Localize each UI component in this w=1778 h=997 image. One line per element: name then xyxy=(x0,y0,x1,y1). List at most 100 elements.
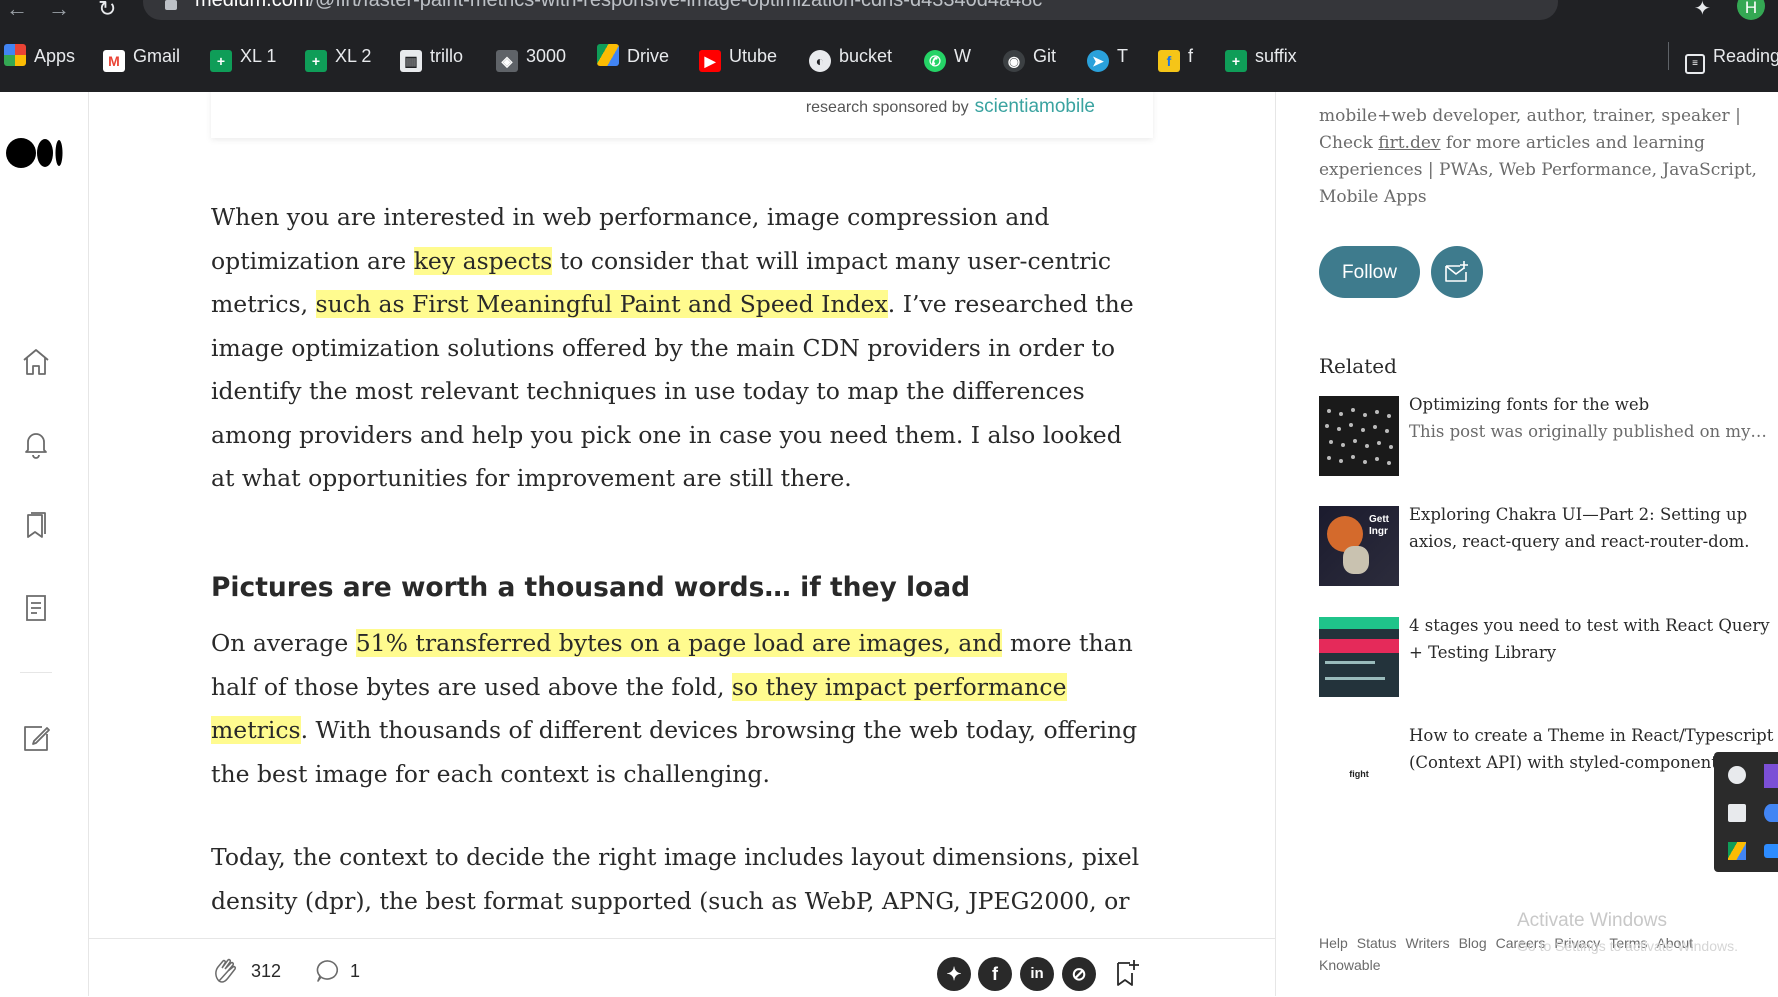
bookmark-trillo[interactable]: ▥ trillo xyxy=(400,42,463,72)
bookmark-t[interactable]: ➤ T xyxy=(1087,42,1128,72)
footer-link[interactable]: Blog xyxy=(1459,935,1487,951)
url-host: medium.com xyxy=(195,0,310,11)
write-icon[interactable] xyxy=(20,722,52,754)
bookmark-utube[interactable]: ▶ Utube xyxy=(699,42,777,72)
bookmark-3000[interactable]: ◈ 3000 xyxy=(496,42,566,72)
whatsapp-icon: ✆ xyxy=(924,50,946,72)
reading-list[interactable]: ≡ Reading xyxy=(1668,42,1778,74)
mail-plus-icon xyxy=(1445,261,1468,282)
bookmark-drive[interactable]: Drive xyxy=(597,42,669,70)
github-icon: ◉ xyxy=(1003,50,1025,72)
address-bar[interactable]: medium.com/@firt/faster-paint-metrics-wi… xyxy=(143,0,1639,20)
zoom-icon[interactable] xyxy=(1764,844,1778,858)
sponsor-banner: research sponsored by scientiamobile xyxy=(211,92,1153,138)
twitter-share-icon[interactable]: ✦ xyxy=(937,957,971,991)
copy-link-icon[interactable]: ⊘ xyxy=(1062,957,1096,991)
author-site-link[interactable]: firt.dev xyxy=(1378,133,1440,153)
bookmark-f[interactable]: ff xyxy=(1158,42,1193,72)
footer-link[interactable]: Status xyxy=(1357,935,1397,951)
bookmark-git[interactable]: ◉ Git xyxy=(1003,42,1056,72)
search-icon[interactable]: ⌕ xyxy=(1536,0,1547,3)
reload-icon[interactable]: ↻ xyxy=(98,0,116,20)
flipkart-icon: f xyxy=(1158,50,1180,72)
bookmark-w[interactable]: ✆ W xyxy=(924,42,971,72)
medium-left-rail xyxy=(0,92,89,996)
shield-icon[interactable] xyxy=(1728,804,1746,822)
bell-icon[interactable] xyxy=(20,428,52,460)
response-icon[interactable] xyxy=(315,958,341,984)
drive-icon xyxy=(597,44,619,66)
share-icon[interactable]: ⇪ xyxy=(1578,0,1595,3)
related-item[interactable]: 4 stages you need to test with React Que… xyxy=(1319,616,1778,697)
related-thumbnail xyxy=(1319,617,1399,697)
linkedin-share-icon[interactable]: in xyxy=(1020,957,1054,991)
star-icon[interactable]: ☆ xyxy=(1621,0,1639,3)
windows-activation-title: Activate Windows xyxy=(1517,910,1667,931)
home-icon[interactable] xyxy=(20,346,52,378)
lock-icon xyxy=(165,0,177,10)
author-sidebar: mobile+web developer, author, trainer, s… xyxy=(1276,92,1778,996)
apps-grid-icon xyxy=(4,44,26,66)
bookmarks-bar: Apps M Gmail + XL 1 + XL 2 ▥ trillo ◈ 3000 Dr… xyxy=(0,20,1778,93)
url-path: /@firt/faster-paint-metrics-with-respons… xyxy=(309,0,1043,11)
article-body: research sponsored by scientiamobile When… xyxy=(89,92,1275,996)
related-item[interactable]: Optimizing fonts for the web This post w… xyxy=(1319,395,1778,476)
paragraph-2: On average 51% transferred bytes on a pa… xyxy=(211,629,1138,788)
paragraph-1: When you are interested in web performan… xyxy=(211,203,1134,492)
forward-arrow-icon[interactable]: → xyxy=(48,0,70,20)
bookmark-add-icon[interactable] xyxy=(1112,957,1142,989)
related-thumbnail xyxy=(1319,396,1399,476)
stories-icon[interactable] xyxy=(20,592,52,624)
footer-link[interactable]: Help xyxy=(1319,935,1348,951)
site-icon: ◈ xyxy=(496,50,518,72)
telegram-icon: ➤ xyxy=(1087,50,1109,72)
follow-button[interactable]: Follow xyxy=(1319,246,1420,298)
related-item[interactable]: fight How to create a Theme in React/Typ… xyxy=(1319,726,1778,807)
profile-avatar[interactable]: H xyxy=(1737,0,1765,20)
back-arrow-icon[interactable]: ← xyxy=(6,0,28,20)
bookmark-xl1[interactable]: + XL 1 xyxy=(210,42,276,72)
tray-app-icon[interactable] xyxy=(1728,766,1746,784)
sheets-plus-icon: + xyxy=(305,50,327,72)
extensions-puzzle-icon[interactable]: ✦ xyxy=(1694,0,1711,19)
trello-icon: ▥ xyxy=(400,50,422,72)
related-title: Optimizing fonts for the web xyxy=(1409,395,1650,414)
youtube-icon: ▶ xyxy=(699,50,721,72)
author-bio: mobile+web developer, author, trainer, s… xyxy=(1319,106,1757,207)
bookmark-gmail[interactable]: M Gmail xyxy=(103,42,180,72)
facebook-share-icon[interactable]: f xyxy=(978,957,1012,991)
footer-link[interactable]: Writers xyxy=(1406,935,1450,951)
globe-icon: ◐ xyxy=(809,50,831,72)
highlight[interactable]: key aspects xyxy=(413,246,553,275)
related-title: Exploring Chakra UI—Part 2: Setting up a… xyxy=(1409,505,1750,551)
bookmark-bucket[interactable]: ◐ bucket xyxy=(809,42,892,72)
bookmark-xl2[interactable]: + XL 2 xyxy=(305,42,371,72)
sponsor-brand[interactable]: scientiamobile xyxy=(975,96,1095,117)
bookmark-suffix[interactable]: + suffix xyxy=(1225,42,1297,72)
medium-logo-icon[interactable] xyxy=(6,137,64,169)
tray-app-icon[interactable] xyxy=(1764,764,1778,788)
browser-toolbar: ← → ↻ medium.com/@firt/faster-paint-metr… xyxy=(0,0,1778,20)
highlight[interactable]: such as First Meaningful Paint and Speed… xyxy=(315,290,888,318)
related-thumbnail: fight xyxy=(1319,727,1399,807)
bookmark-apps[interactable]: Apps xyxy=(4,42,75,70)
related-item[interactable]: Gett Ingr Exploring Chakra UI—Part 2: Se… xyxy=(1319,505,1778,586)
related-title: 4 stages you need to test with React Que… xyxy=(1409,616,1770,662)
clap-count: 312 xyxy=(251,961,282,981)
windows-activation-subtitle: Go to Settings to activate Windows. xyxy=(1517,938,1738,954)
subscribe-button[interactable] xyxy=(1431,246,1483,298)
sheets-plus-icon: + xyxy=(1225,50,1247,72)
reading-list-icon: ≡ xyxy=(1685,54,1705,74)
related-thumbnail: Gett Ingr xyxy=(1319,506,1399,586)
chrome-icon[interactable] xyxy=(1764,804,1778,822)
highlight[interactable]: 51% transferred bytes on a page load are… xyxy=(355,629,1003,657)
footer-link[interactable]: Knowable xyxy=(1319,957,1381,973)
section-heading: Pictures are worth a thousand words… if … xyxy=(211,572,971,603)
related-subtitle: This post was originally published on my… xyxy=(1409,422,1769,441)
bookmarks-list-icon[interactable] xyxy=(20,510,52,542)
drive-icon[interactable] xyxy=(1728,842,1746,860)
article-action-bar: 312 1 ✦ f in ⊘ xyxy=(89,938,1275,997)
system-tray-overflow xyxy=(1714,752,1778,872)
rail-divider xyxy=(20,672,52,673)
clap-icon[interactable] xyxy=(211,955,241,985)
